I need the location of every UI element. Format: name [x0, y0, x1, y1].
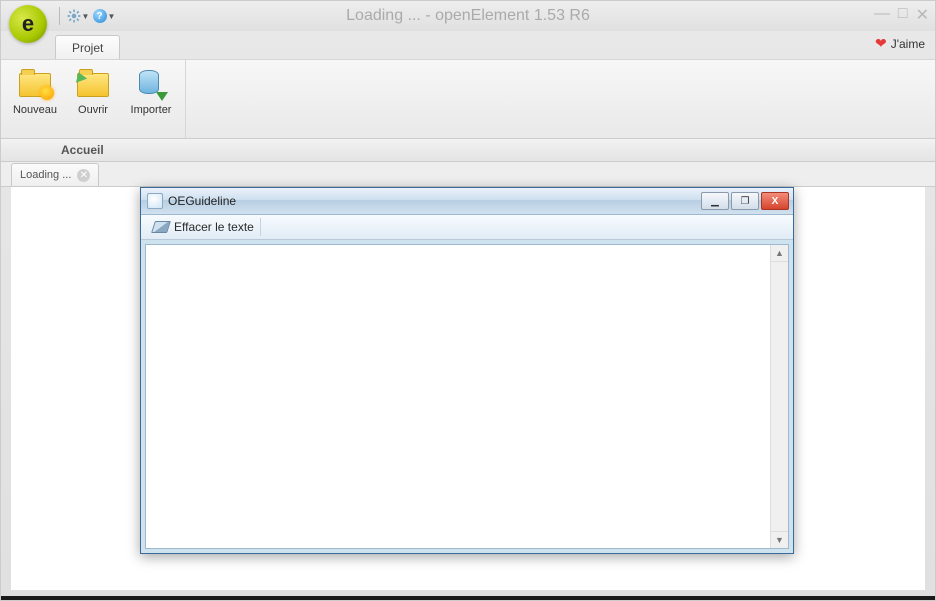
help-menu-button[interactable]: ? ▼ — [92, 5, 116, 27]
titlebar: e ▼ ? ▼ Loading ... - openElement 1.53 R… — [1, 1, 935, 31]
like-label: J'aime — [891, 37, 925, 51]
dialog-maximize-button[interactable]: ❐ — [731, 192, 759, 210]
document-tab-label: Loading ... — [20, 169, 71, 181]
tab-close-icon[interactable]: ✕ — [77, 169, 90, 182]
chevron-down-icon: ▼ — [82, 12, 90, 21]
import-label: Importer — [131, 104, 172, 116]
heart-icon: ❤ — [875, 35, 887, 52]
document-tabstrip: Loading ... ✕ — [1, 162, 935, 187]
help-icon: ? — [93, 9, 107, 23]
window-title: Loading ... - openElement 1.53 R6 — [1, 7, 935, 25]
window-controls: — □ ✕ — [874, 5, 929, 25]
dialog-toolbar: Effacer le texte — [141, 215, 793, 240]
open-label: Ouvrir — [78, 104, 108, 116]
open-project-button[interactable]: Ouvrir — [67, 64, 119, 134]
dialog-title-text: OEGuideline — [168, 194, 236, 208]
dialog-body: ▲ ▼ — [145, 244, 789, 549]
ribbon-tabstrip: Projet ❤ J'aime — [1, 31, 935, 59]
ribbon: Nouveau Ouvrir Importer — [1, 59, 935, 139]
scroll-up-button[interactable]: ▲ — [771, 245, 788, 262]
new-project-button[interactable]: Nouveau — [9, 64, 61, 134]
app-window: e ▼ ? ▼ Loading ... - openElement 1.53 R… — [0, 0, 936, 601]
document-tab-loading[interactable]: Loading ... ✕ — [11, 163, 99, 186]
qat-separator — [59, 7, 60, 25]
subnav-label: Accueil — [61, 143, 104, 157]
guideline-textarea[interactable] — [146, 245, 770, 548]
import-project-button[interactable]: Importer — [125, 64, 177, 134]
gear-icon — [67, 9, 81, 23]
erase-label: Effacer le texte — [174, 220, 254, 234]
dialog-titlebar[interactable]: OEGuideline ▁ ❐ X — [141, 188, 793, 215]
scroll-down-button[interactable]: ▼ — [771, 531, 788, 548]
settings-menu-button[interactable]: ▼ — [66, 5, 90, 27]
statusbar — [1, 596, 935, 600]
dialog-oeguideline: OEGuideline ▁ ❐ X Effacer le texte ▲ ▼ — [140, 187, 794, 554]
maximize-button[interactable]: □ — [898, 5, 908, 25]
ribbon-group-project: Nouveau Ouvrir Importer — [1, 60, 186, 138]
app-logo[interactable]: e — [9, 5, 47, 43]
like-button[interactable]: ❤ J'aime — [875, 35, 925, 52]
subnav-bar: Accueil — [1, 139, 935, 162]
minimize-button[interactable]: — — [874, 5, 890, 25]
scrollbar[interactable]: ▲ ▼ — [770, 245, 788, 548]
tab-projet[interactable]: Projet — [55, 35, 120, 59]
import-icon — [136, 70, 166, 100]
folder-open-icon — [77, 73, 109, 97]
close-button[interactable]: ✕ — [916, 5, 929, 25]
chevron-down-icon: ▼ — [108, 12, 116, 21]
erase-text-button[interactable]: Effacer le texte — [147, 218, 261, 236]
new-label: Nouveau — [13, 104, 57, 116]
folder-new-icon — [19, 73, 51, 97]
eraser-icon — [151, 221, 171, 233]
dialog-close-button[interactable]: X — [761, 192, 789, 210]
quick-access-toolbar: ▼ ? ▼ — [55, 5, 116, 27]
dialog-app-icon — [147, 193, 163, 209]
dialog-minimize-button[interactable]: ▁ — [701, 192, 729, 210]
